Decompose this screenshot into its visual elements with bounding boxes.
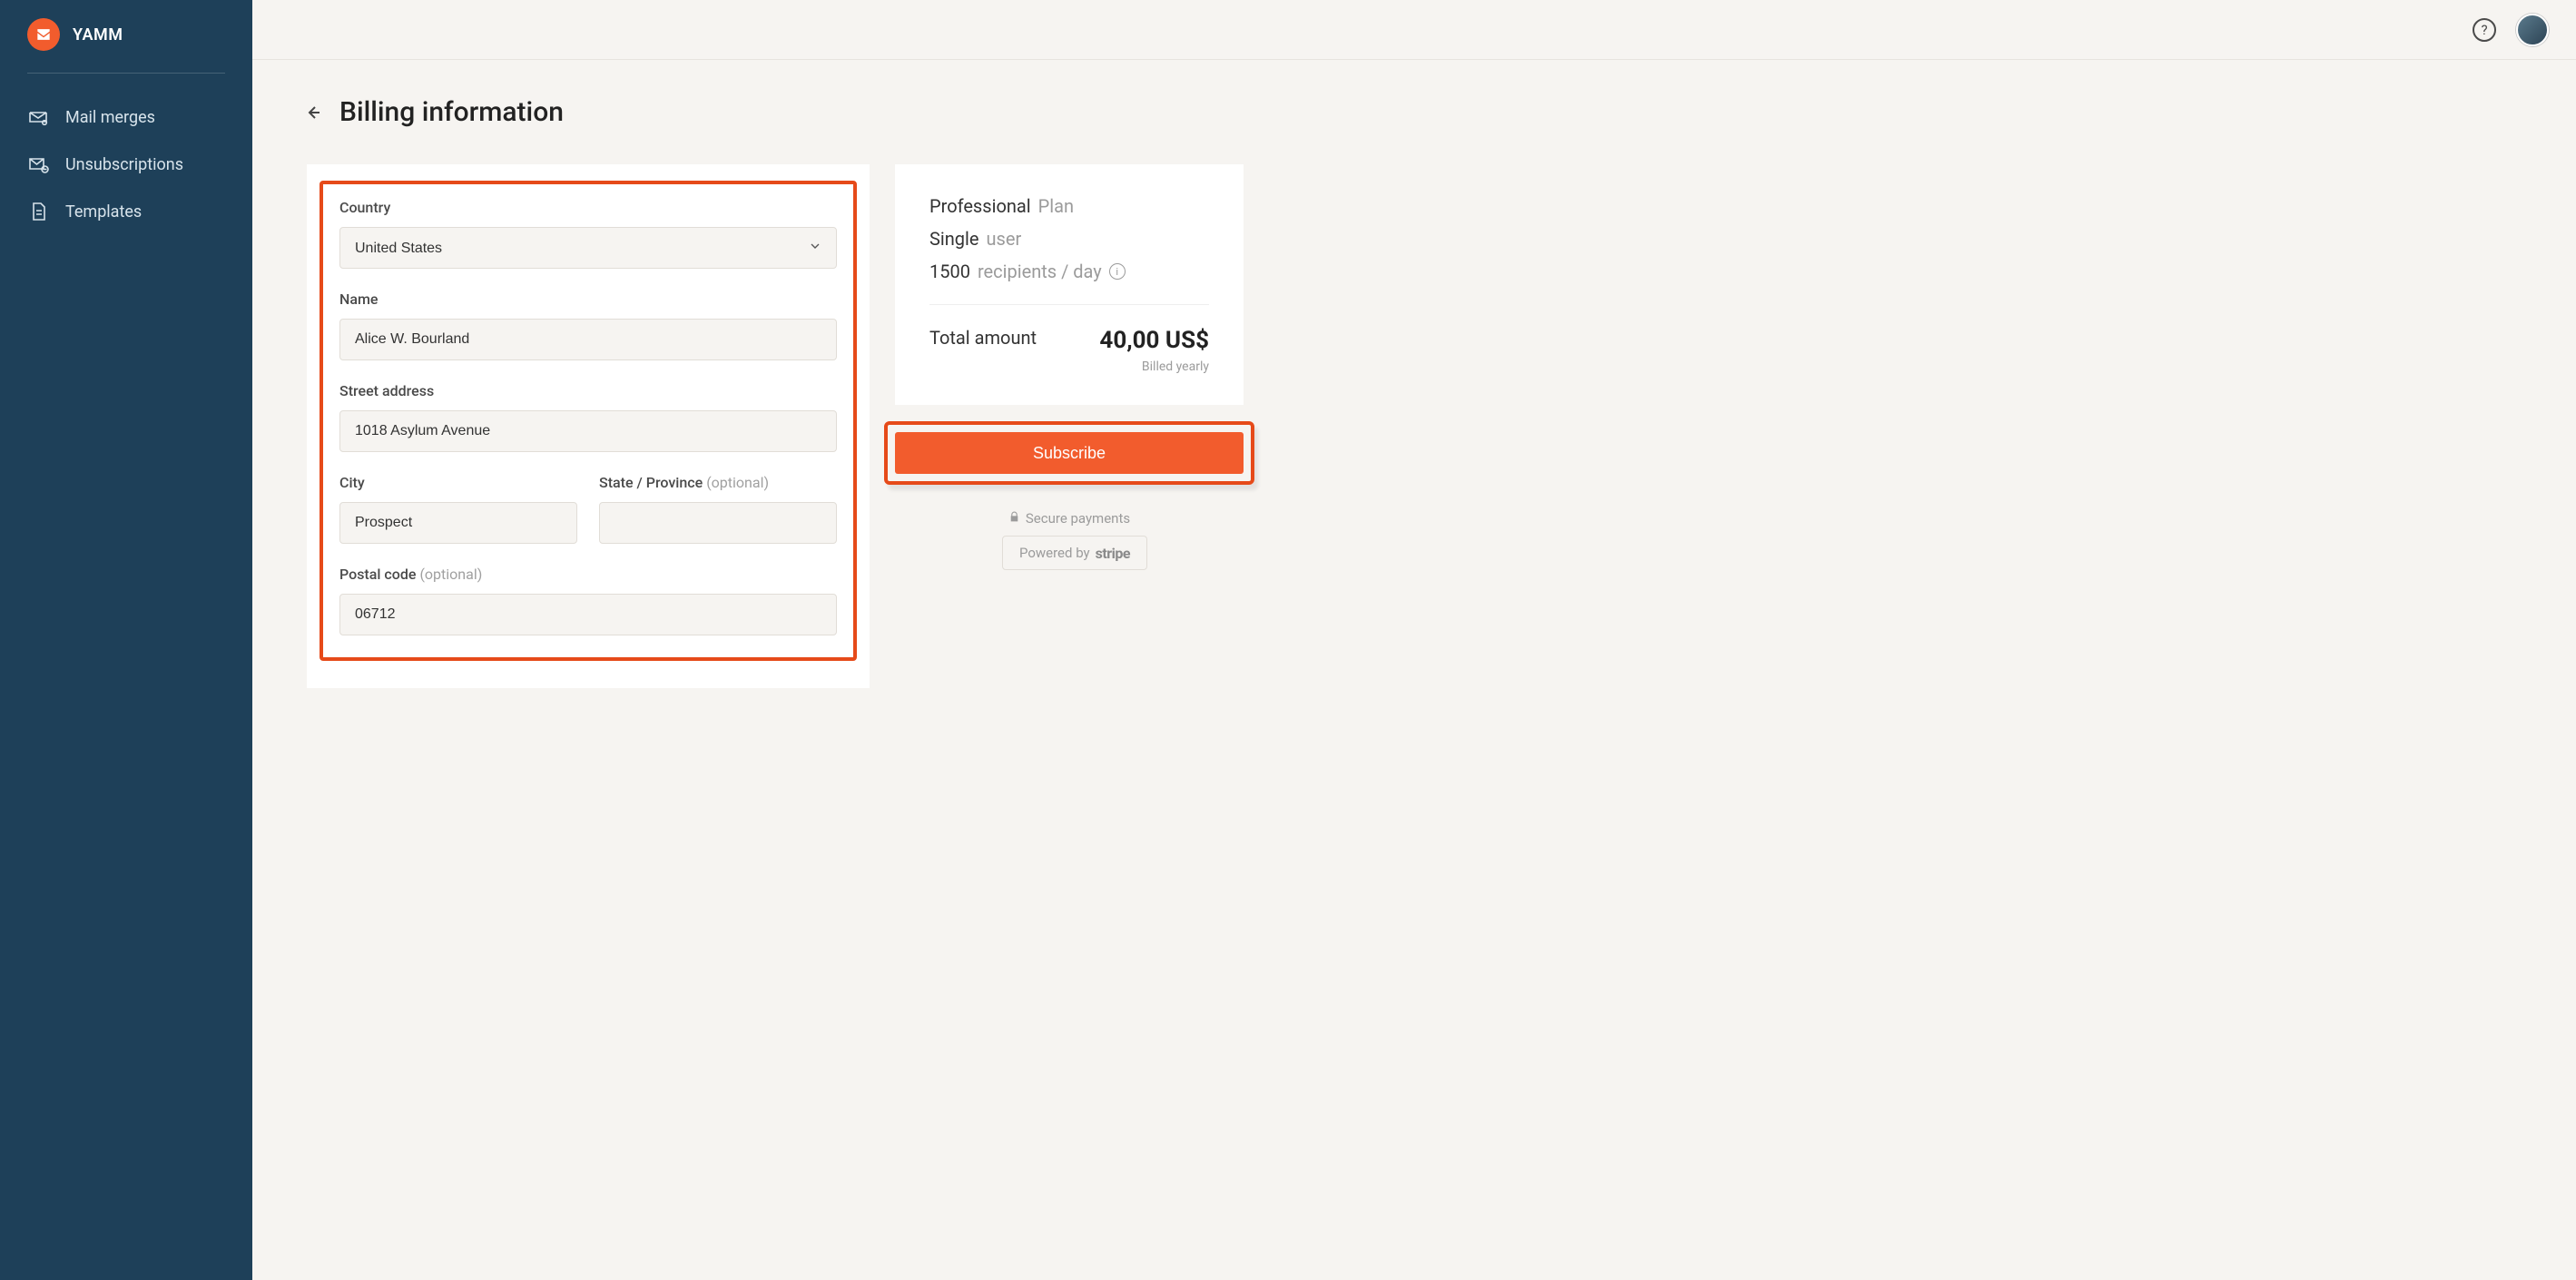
total-amount: 40,00 US$ [1099,327,1209,354]
templates-icon [27,201,49,222]
stripe-badge: Powered by stripe [1002,536,1147,570]
brand-name: YAMM [73,25,123,44]
name-input[interactable] [339,319,837,360]
city-label: City [339,474,577,491]
sidebar-item-templates[interactable]: Templates [0,188,252,235]
main: ? Billing information Country [252,0,2576,1280]
sidebar-item-label: Templates [65,202,142,222]
city-input[interactable] [339,502,577,544]
sidebar-item-unsubscriptions[interactable]: Unsubscriptions [0,141,252,188]
street-label: Street address [339,382,837,399]
billed-cycle: Billed yearly [1099,359,1209,374]
state-input[interactable] [599,502,837,544]
postal-label: Postal code (optional) [339,566,837,583]
postal-input[interactable] [339,594,837,635]
sidebar-item-label: Unsubscriptions [65,155,183,174]
state-label: State / Province (optional) [599,474,837,491]
subscribe-button[interactable]: Subscribe [895,432,1244,474]
logo-icon [27,18,60,51]
back-arrow-icon[interactable] [301,102,323,123]
sidebar-item-mail-merges[interactable]: Mail merges [0,94,252,141]
plan-line: Professional Plan [929,195,1209,217]
name-label: Name [339,290,837,308]
logo[interactable]: YAMM [0,18,252,73]
quota-line: 1500 recipients / day i [929,261,1209,282]
sidebar-divider [27,73,225,74]
country-label: Country [339,199,837,216]
help-icon[interactable]: ? [2473,18,2496,42]
unsubscriptions-icon [27,153,49,175]
avatar[interactable] [2516,14,2549,46]
billing-form-card: Country United States Na [307,164,870,688]
secure-payments: Secure payments [895,510,1244,527]
country-select[interactable]: United States [339,227,837,269]
total-label: Total amount [929,327,1037,349]
billing-form-highlight: Country United States Na [320,181,857,661]
street-input[interactable] [339,410,837,452]
summary-card: Professional Plan Single user 1500 recip… [895,164,1244,405]
page-header: Billing information [301,96,2522,128]
info-icon[interactable]: i [1109,263,1126,280]
subscribe-highlight: Subscribe [884,421,1254,485]
summary-divider [929,304,1209,305]
total-row: Total amount 40,00 US$ Billed yearly [929,327,1209,374]
lock-icon [1008,510,1020,527]
page-title: Billing information [339,96,564,128]
seat-line: Single user [929,228,1209,250]
sidebar: YAMM Mail merges Unsubscriptions Templat… [0,0,252,1280]
topbar: ? [252,0,2576,60]
sidebar-item-label: Mail merges [65,108,155,127]
mail-merge-icon [27,106,49,128]
